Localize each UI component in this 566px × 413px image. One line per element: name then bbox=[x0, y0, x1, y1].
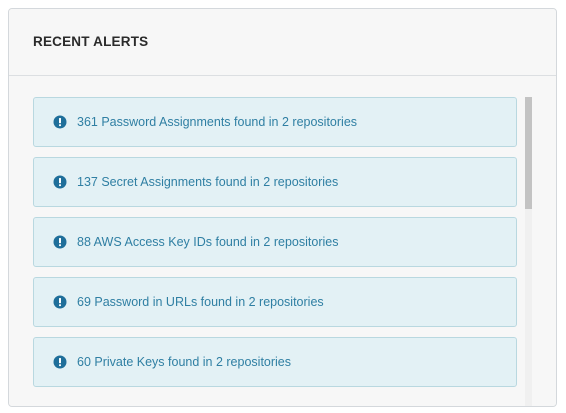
exclamation-circle-icon bbox=[53, 355, 67, 369]
alert-item[interactable]: 88 AWS Access Key IDs found in 2 reposit… bbox=[33, 217, 517, 267]
exclamation-circle-icon bbox=[53, 175, 67, 189]
alert-text[interactable]: 361 Password Assignments found in 2 repo… bbox=[77, 115, 357, 129]
exclamation-circle-icon bbox=[53, 115, 67, 129]
panel-title: RECENT ALERTS bbox=[33, 33, 149, 49]
alert-list: 361 Password Assignments found in 2 repo… bbox=[33, 97, 517, 397]
alert-text[interactable]: 88 AWS Access Key IDs found in 2 reposit… bbox=[77, 235, 338, 249]
alert-text[interactable]: 69 Password in URLs found in 2 repositor… bbox=[77, 295, 324, 309]
alert-item[interactable]: 60 Private Keys found in 2 repositories bbox=[33, 337, 517, 387]
panel-header: RECENT ALERTS bbox=[9, 9, 556, 76]
scrollbar-track[interactable] bbox=[525, 97, 532, 406]
exclamation-circle-icon bbox=[53, 295, 67, 309]
alert-item[interactable]: 361 Password Assignments found in 2 repo… bbox=[33, 97, 517, 147]
recent-alerts-panel: RECENT ALERTS 361 Password Assignments f… bbox=[8, 8, 557, 407]
scrollbar-thumb[interactable] bbox=[525, 97, 532, 209]
alert-item[interactable]: 69 Password in URLs found in 2 repositor… bbox=[33, 277, 517, 327]
alert-item[interactable]: 137 Secret Assignments found in 2 reposi… bbox=[33, 157, 517, 207]
alert-text[interactable]: 137 Secret Assignments found in 2 reposi… bbox=[77, 175, 338, 189]
alert-text[interactable]: 60 Private Keys found in 2 repositories bbox=[77, 355, 291, 369]
exclamation-circle-icon bbox=[53, 235, 67, 249]
panel-body: 361 Password Assignments found in 2 repo… bbox=[9, 76, 556, 406]
